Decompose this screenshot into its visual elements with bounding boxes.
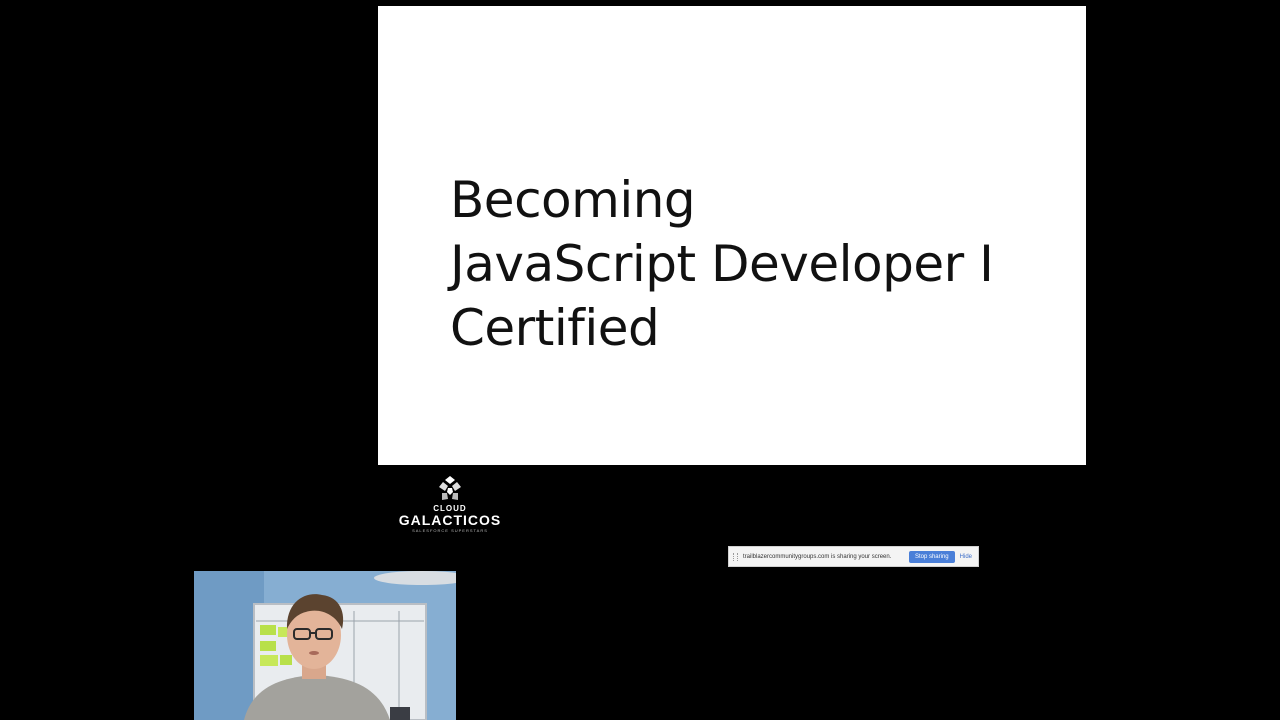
screen-share-bar: trailblazercommunitygroups.com is sharin… xyxy=(728,546,979,567)
hide-link[interactable]: Hide xyxy=(960,554,972,560)
slide-title-line-2: JavaScript Developer I xyxy=(450,235,994,293)
cloud-galacticos-logo: CLOUD GALACTICOS SALESFORCE SUPERSTARS xyxy=(386,474,514,538)
slide-title-line-1: Becoming xyxy=(450,171,696,229)
webcam-image xyxy=(194,571,456,720)
slide-title: Becoming JavaScript Developer I Certifie… xyxy=(450,168,994,360)
share-message: trailblazercommunitygroups.com is sharin… xyxy=(743,553,892,560)
video-stage: Becoming JavaScript Developer I Certifie… xyxy=(0,0,1280,720)
slide-title-line-3: Certified xyxy=(450,299,660,357)
drag-handle-icon[interactable] xyxy=(733,552,738,561)
logo-emblem-icon xyxy=(439,476,461,500)
logo-line-2: GALACTICOS xyxy=(398,512,502,528)
webcam-feed xyxy=(194,571,456,720)
stop-sharing-button[interactable]: Stop sharing xyxy=(908,550,955,563)
logo-tagline: SALESFORCE SUPERSTARS xyxy=(412,528,488,533)
presentation-slide: Becoming JavaScript Developer I Certifie… xyxy=(378,6,1086,465)
